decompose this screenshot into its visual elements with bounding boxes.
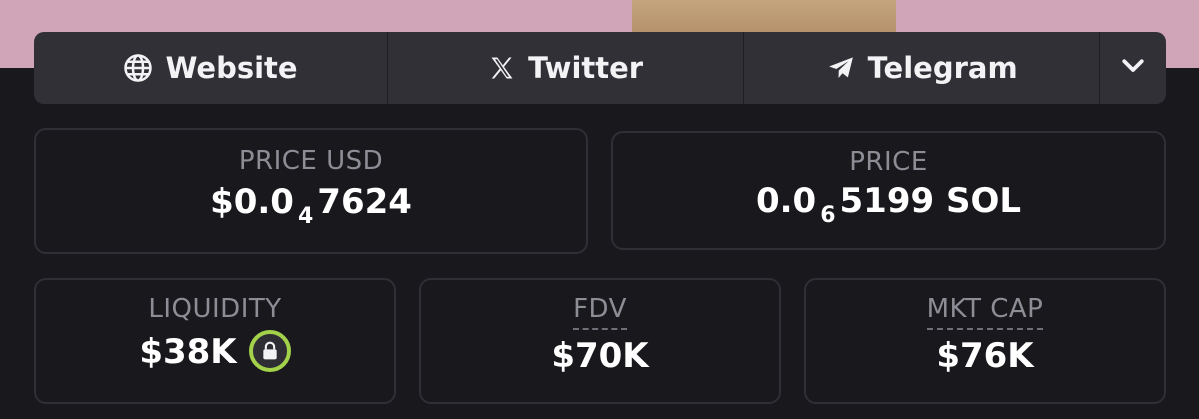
more-links-button[interactable] [1100,32,1166,104]
fdv-card: FDV $70K [419,278,781,404]
fdv-value: $70K [551,336,649,376]
telegram-link-label: Telegram [867,51,1018,85]
fdv-label[interactable]: FDV [573,294,627,330]
website-link[interactable]: Website [34,32,389,104]
twitter-link-label: Twitter [528,51,644,85]
chevron-down-icon [1118,50,1148,87]
liquidity-value: $38K [139,332,237,372]
price-usd-prefix: $0.0 [210,182,294,222]
price-usd-label: PRICE USD [238,146,384,176]
x-logo-icon [488,54,516,82]
telegram-link[interactable]: Telegram [744,32,1101,104]
twitter-link[interactable]: Twitter [388,32,745,104]
mkt-cap-card: MKT CAP $76K [804,278,1166,404]
telegram-icon [826,53,856,83]
liquidity-card: LIQUIDITY $38K [34,278,396,404]
price-sol-label: PRICE [849,147,928,177]
lock-icon [260,341,280,361]
liquidity-lock-badge[interactable] [248,329,291,372]
price-sol-prefix: 0.0 [755,181,817,221]
website-link-label: Website [165,51,298,85]
price-sol-digits: 5199 SOL [839,181,1022,221]
price-sol-card: PRICE 0.0 6 5199 SOL [611,131,1166,250]
liquidity-row: $38K [36,329,394,375]
price-usd-card: PRICE USD $0.0 4 7624 [34,128,588,254]
liquidity-label: LIQUIDITY [148,294,282,324]
mkt-cap-label[interactable]: MKT CAP [926,294,1044,330]
social-links-bar: Website Twitter Telegram [34,32,1166,104]
globe-icon [123,53,153,83]
price-usd-value: $0.0 4 7624 [36,182,586,229]
price-usd-digits: 7624 [317,182,412,222]
price-sol-zero-count: 6 [820,203,836,228]
price-usd-zero-count: 4 [297,204,314,229]
mkt-cap-value: $76K [936,336,1034,376]
price-sol-value: 0.0 6 5199 SOL [613,181,1164,228]
